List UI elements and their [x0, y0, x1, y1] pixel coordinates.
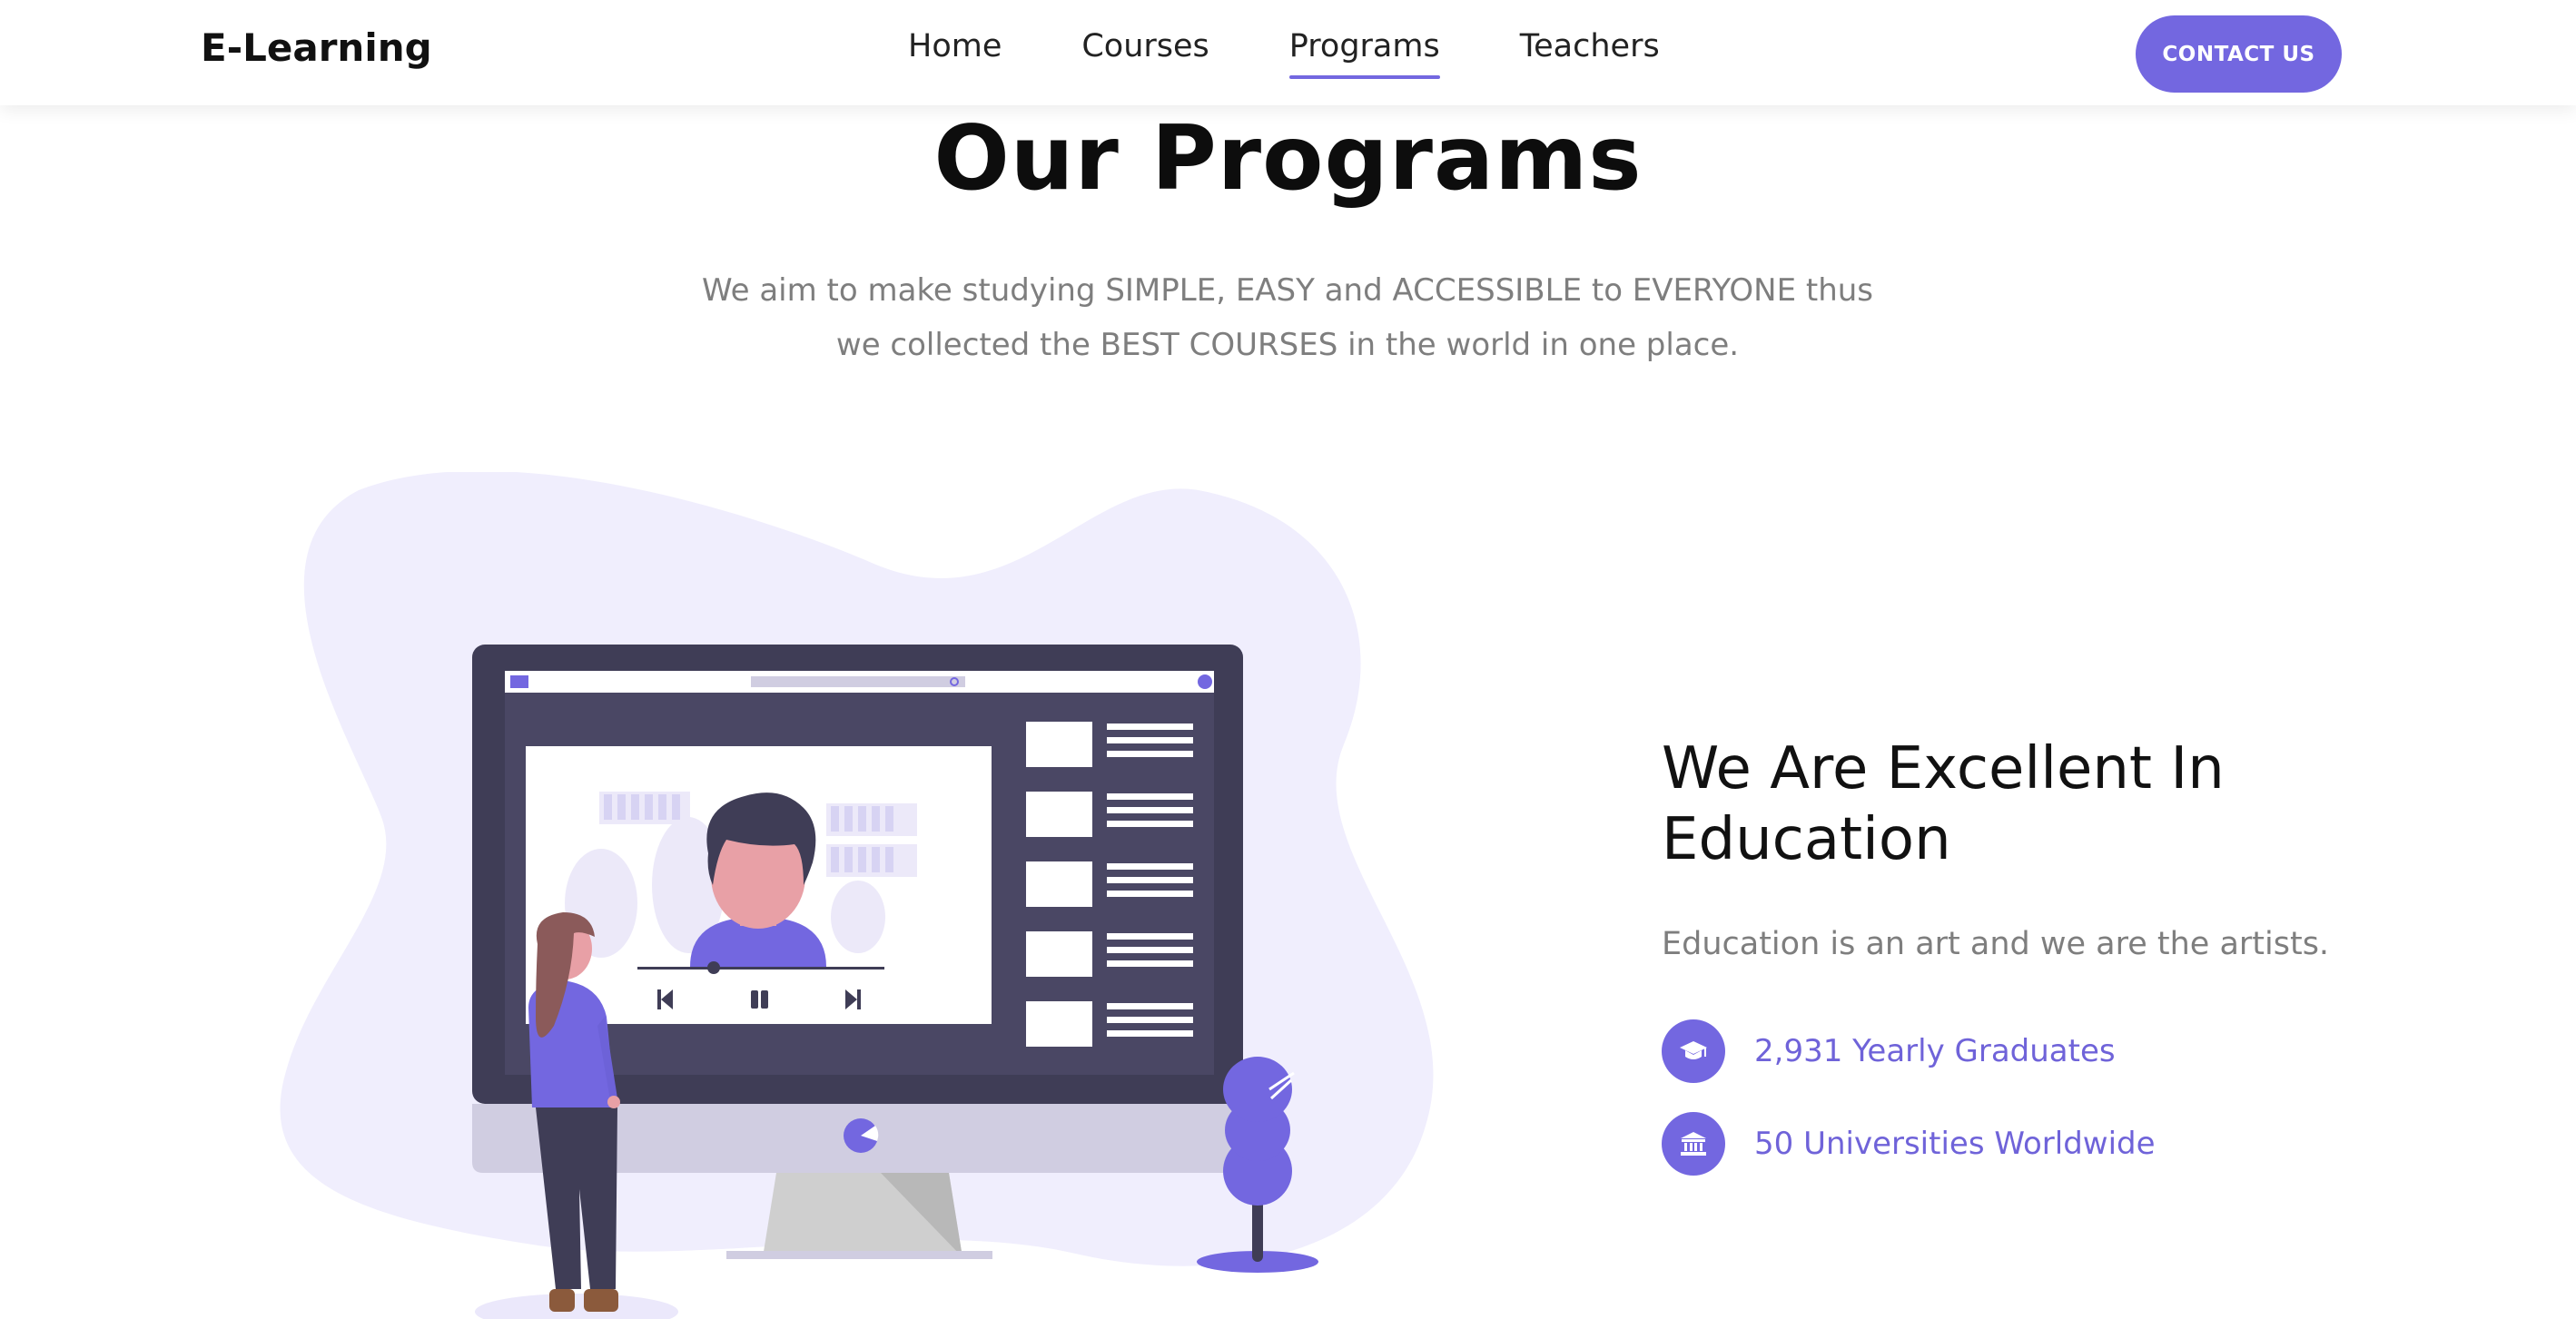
university-icon: [1662, 1112, 1725, 1176]
excellence-text: Education is an art and we are the artis…: [1662, 926, 2330, 962]
stat-graduates: 2,931 Yearly Graduates: [1662, 1019, 2116, 1083]
stat-graduates-label: 2,931 Yearly Graduates: [1754, 1033, 2116, 1069]
stat-universities-label: 50 Universities Worldwide: [1754, 1126, 2156, 1162]
main-nav: Home Courses Programs Teachers: [908, 0, 1740, 105]
stat-universities: 50 Universities Worldwide: [1662, 1112, 2156, 1176]
nav-courses[interactable]: Courses: [1081, 28, 1209, 68]
subtitle-line-1: We aim to make studying SIMPLE, EASY and…: [701, 272, 1874, 309]
header: E-Learning Home Courses Programs Teacher…: [0, 0, 2576, 105]
nav-teachers[interactable]: Teachers: [1520, 28, 1660, 68]
contact-us-button[interactable]: CONTACT US: [2136, 15, 2342, 93]
subtitle-line-2: we collected the BEST COURSES in the wor…: [835, 327, 1740, 363]
page-subtitle: We aim to make studying SIMPLE, EASY and…: [697, 263, 1878, 372]
page-title: Our Programs: [933, 107, 1643, 211]
graduation-cap-icon: [1662, 1019, 1725, 1083]
nav-programs[interactable]: Programs: [1288, 28, 1440, 79]
excellence-heading-line-2: Education: [1662, 806, 1951, 873]
excellence-heading: We Are Excellent In Education: [1662, 733, 2388, 875]
nav-home[interactable]: Home: [908, 28, 1002, 68]
online-learning-illustration: [280, 472, 1434, 1319]
logo[interactable]: E-Learning: [201, 25, 432, 70]
excellence-heading-line-1: We Are Excellent In: [1662, 735, 2225, 802]
